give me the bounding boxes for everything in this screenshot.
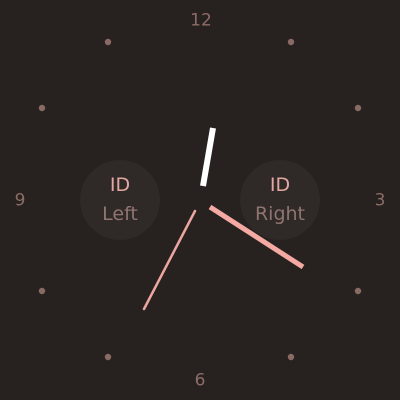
- minute-hand: [208, 204, 305, 270]
- clock-hands: [142, 127, 305, 311]
- hour-hand: [200, 127, 216, 187]
- second-hand: [142, 209, 197, 311]
- watch-face: 12 3 6 9 ID Left ID Right: [0, 0, 400, 400]
